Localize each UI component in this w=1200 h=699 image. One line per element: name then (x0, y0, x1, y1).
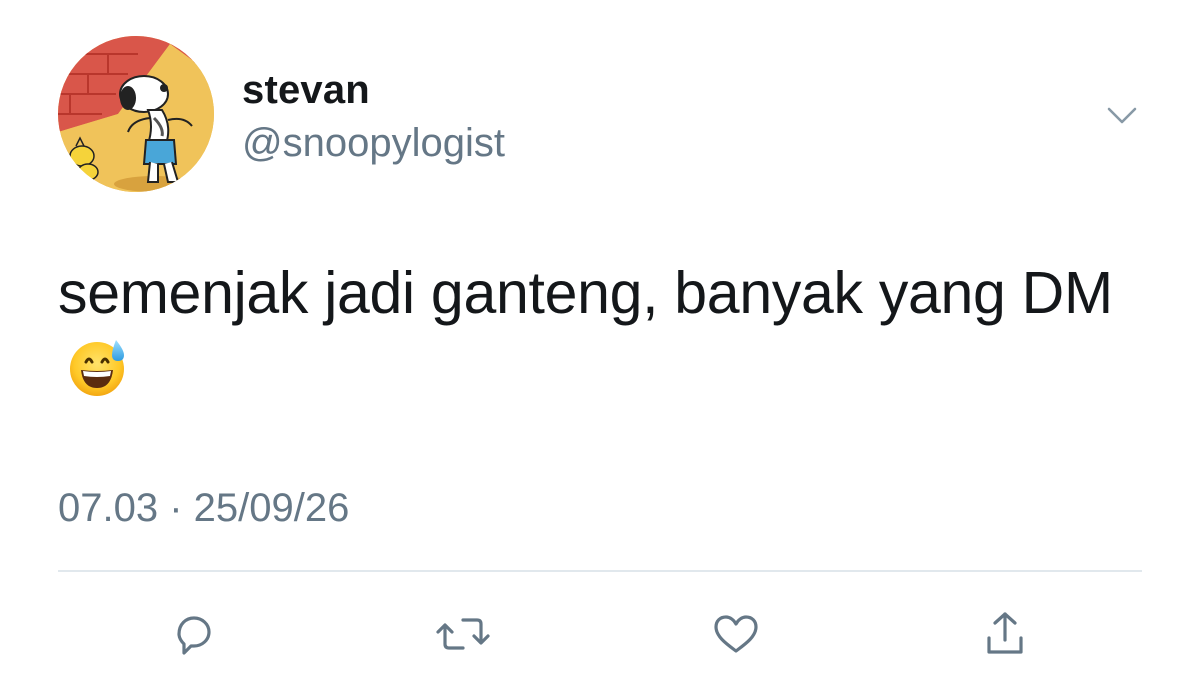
retweet-icon (436, 618, 490, 650)
share-icon (987, 612, 1023, 654)
like-button[interactable] (706, 604, 766, 664)
divider (58, 570, 1142, 572)
tweet-text-content: semenjak jadi ganteng, banyak yang DM (58, 260, 1113, 326)
display-name[interactable]: stevan (242, 66, 370, 114)
snoopy-avatar-icon (58, 36, 214, 192)
chevron-down-icon (1107, 107, 1137, 124)
avatar[interactable] (58, 36, 214, 192)
retweet-button[interactable] (433, 604, 493, 664)
user-handle[interactable]: @snoopylogist (242, 119, 505, 167)
share-button[interactable] (975, 604, 1035, 664)
reply-icon (177, 616, 211, 655)
more-options-button[interactable] (1104, 100, 1140, 130)
grinning-sweat-emoji-icon (68, 336, 130, 398)
heart-icon (714, 615, 758, 653)
tweet-text: semenjak jadi ganteng, banyak yang DM (58, 256, 1148, 406)
tweet-card: stevan @snoopylogist semenjak jadi gante… (0, 0, 1200, 699)
tweet-timestamp[interactable]: 07.03 · 25/09/26 (58, 484, 349, 532)
reply-button[interactable] (163, 604, 223, 664)
